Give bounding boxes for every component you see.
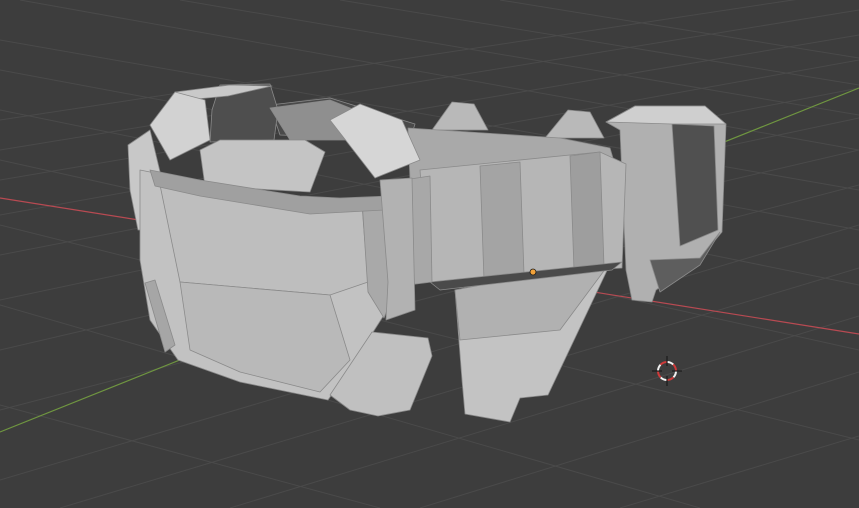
front-belt-shade1	[479, 161, 525, 281]
object-origin-icon[interactable]	[529, 268, 537, 276]
chest-shoulder-right	[329, 103, 421, 179]
back-spike-left	[431, 101, 489, 131]
right-module-top	[605, 105, 727, 125]
front-belt-shade2	[569, 151, 605, 271]
chest-plate-lower	[179, 281, 351, 393]
armor-belt-mesh[interactable]	[127, 83, 727, 423]
3d-cursor-icon[interactable]	[652, 356, 682, 386]
3d-viewport[interactable]	[0, 0, 859, 508]
back-spike-right	[544, 109, 605, 139]
right-module-panel	[671, 123, 719, 247]
viewport-canvas[interactable]	[0, 0, 859, 508]
